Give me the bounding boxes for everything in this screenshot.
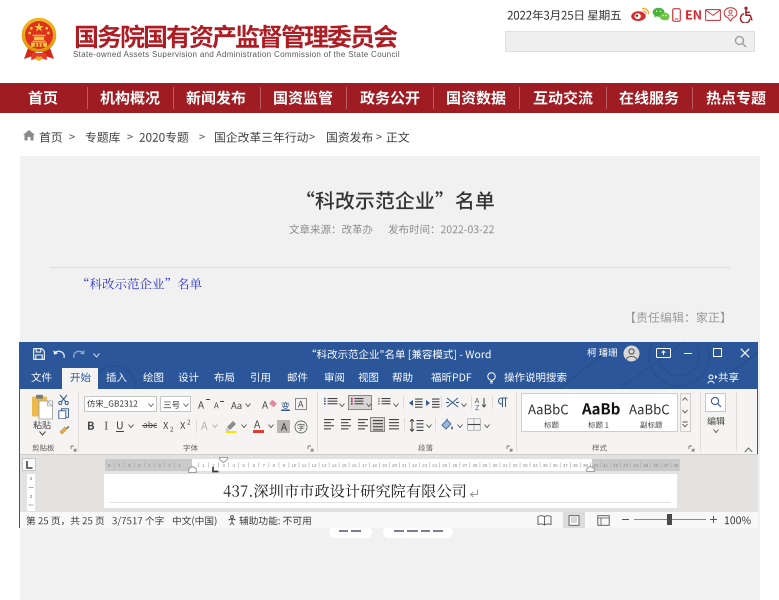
svg-text:33: 33 bbox=[523, 463, 528, 468]
svg-text:7: 7 bbox=[263, 463, 266, 468]
svg-text:5: 5 bbox=[138, 463, 141, 468]
svg-text:47: 47 bbox=[663, 463, 668, 468]
svg-text:14: 14 bbox=[332, 463, 337, 468]
svg-text:31: 31 bbox=[503, 463, 508, 468]
svg-text:3: 3 bbox=[222, 463, 225, 468]
svg-text:46: 46 bbox=[653, 463, 658, 468]
svg-text:25: 25 bbox=[442, 463, 447, 468]
svg-text:2: 2 bbox=[30, 476, 33, 481]
svg-text:48: 48 bbox=[673, 463, 678, 468]
svg-text:9: 9 bbox=[283, 463, 286, 468]
svg-text:16: 16 bbox=[352, 463, 357, 468]
svg-text:26: 26 bbox=[452, 463, 457, 468]
svg-text:28: 28 bbox=[472, 463, 477, 468]
svg-text:32: 32 bbox=[513, 463, 518, 468]
svg-text:29: 29 bbox=[482, 463, 487, 468]
svg-text:41: 41 bbox=[603, 463, 608, 468]
svg-text:23: 23 bbox=[422, 463, 427, 468]
svg-text:19: 19 bbox=[382, 463, 387, 468]
svg-text:8: 8 bbox=[273, 463, 276, 468]
svg-text:5: 5 bbox=[242, 463, 245, 468]
svg-text:4: 4 bbox=[148, 463, 151, 468]
svg-text:36: 36 bbox=[553, 463, 558, 468]
svg-text:37: 37 bbox=[563, 463, 568, 468]
svg-text:21: 21 bbox=[402, 463, 407, 468]
svg-text:11: 11 bbox=[302, 463, 307, 468]
svg-text:27: 27 bbox=[462, 463, 467, 468]
svg-text:15: 15 bbox=[342, 463, 347, 468]
svg-text:8: 8 bbox=[108, 463, 111, 468]
svg-text:24: 24 bbox=[432, 463, 437, 468]
svg-text:35: 35 bbox=[543, 463, 548, 468]
svg-text:20: 20 bbox=[392, 463, 397, 468]
svg-text:34: 34 bbox=[533, 463, 538, 468]
svg-text:18: 18 bbox=[372, 463, 377, 468]
svg-text:1: 1 bbox=[202, 463, 205, 468]
svg-text:4: 4 bbox=[232, 463, 235, 468]
svg-text:44: 44 bbox=[633, 463, 638, 468]
svg-text:7: 7 bbox=[118, 463, 121, 468]
svg-text:42: 42 bbox=[613, 463, 618, 468]
svg-text:1: 1 bbox=[178, 463, 181, 468]
svg-text:6: 6 bbox=[253, 463, 256, 468]
svg-text:13: 13 bbox=[322, 463, 327, 468]
svg-text:6: 6 bbox=[128, 463, 131, 468]
svg-text:22: 22 bbox=[412, 463, 417, 468]
svg-text:2: 2 bbox=[168, 463, 171, 468]
svg-text:30: 30 bbox=[493, 463, 498, 468]
svg-text:12: 12 bbox=[312, 463, 317, 468]
svg-text:43: 43 bbox=[623, 463, 628, 468]
svg-text:3: 3 bbox=[158, 463, 161, 468]
svg-text:17: 17 bbox=[362, 463, 367, 468]
svg-text:38: 38 bbox=[573, 463, 578, 468]
svg-text:45: 45 bbox=[643, 463, 648, 468]
svg-text:10: 10 bbox=[291, 463, 296, 468]
svg-text:2: 2 bbox=[30, 494, 33, 499]
